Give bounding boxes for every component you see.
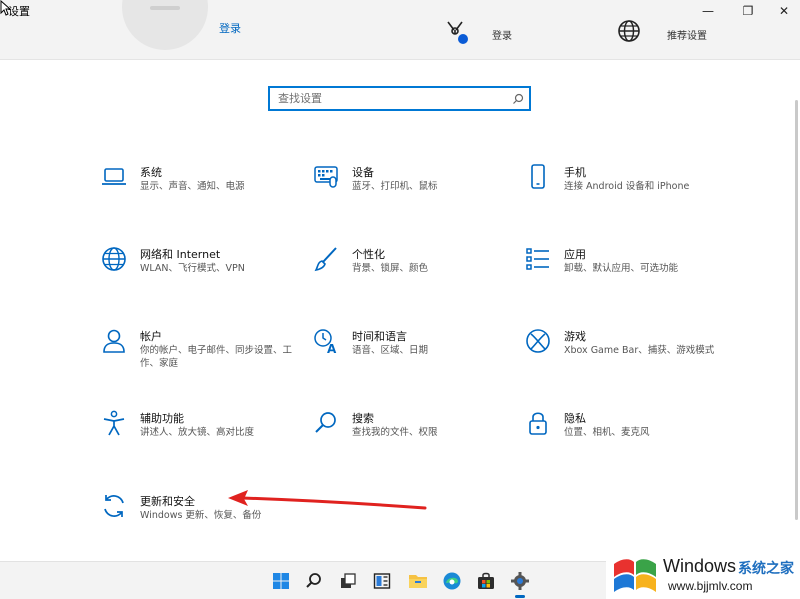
category-desc: 背景、锁屏、颜色 bbox=[352, 263, 429, 274]
category-accounts[interactable]: 帐户 你的帐户、电子邮件、同步设置、工作、家庭 bbox=[99, 326, 319, 386]
close-button[interactable]: ✕ bbox=[766, 0, 800, 22]
minimize-button[interactable]: — bbox=[690, 0, 726, 22]
search-icon bbox=[311, 408, 341, 438]
category-name: 游戏 bbox=[564, 330, 586, 343]
category-name: 个性化 bbox=[352, 248, 385, 261]
search-input[interactable] bbox=[278, 88, 507, 109]
category-gaming[interactable]: 游戏 Xbox Game Bar、捕获、游戏模式 bbox=[523, 326, 743, 386]
edge-icon[interactable] bbox=[439, 568, 465, 594]
sync-icon bbox=[99, 491, 129, 521]
category-desc: 语音、区域、日期 bbox=[352, 345, 429, 356]
category-name: 帐户 bbox=[140, 330, 162, 343]
start-icon[interactable] bbox=[268, 568, 294, 594]
category-accessibility[interactable]: 辅助功能 讲述人、放大镜、高对比度 bbox=[99, 408, 319, 468]
category-name: 搜索 bbox=[352, 412, 374, 425]
category-apps[interactable]: 应用 卸载、默认应用、可选功能 bbox=[523, 244, 743, 304]
category-name: 应用 bbox=[564, 248, 586, 261]
file-explorer-icon[interactable] bbox=[405, 568, 431, 594]
widgets-icon[interactable] bbox=[369, 568, 395, 594]
sign-in-link[interactable]: 登录 bbox=[219, 20, 241, 36]
settings-search-box[interactable] bbox=[268, 86, 531, 111]
category-desc: WLAN、飞行模式、VPN bbox=[140, 263, 245, 274]
category-name: 网络和 Internet bbox=[140, 248, 221, 261]
apps-list-icon bbox=[523, 244, 553, 274]
category-name: 手机 bbox=[564, 166, 586, 179]
laptop-icon bbox=[99, 162, 129, 192]
store-icon[interactable] bbox=[473, 568, 499, 594]
phone-icon bbox=[523, 162, 553, 192]
svg-text:A: A bbox=[327, 342, 337, 355]
watermark: Windows 系统之家 www.bjjmlv.com bbox=[606, 548, 800, 599]
category-name: 系统 bbox=[140, 166, 162, 179]
category-personalization[interactable]: 个性化 背景、锁屏、颜色 bbox=[311, 244, 531, 304]
category-desc: 你的帐户、电子邮件、同步设置、工作、家庭 bbox=[140, 345, 293, 369]
category-privacy[interactable]: 隐私 位置、相机、麦克风 bbox=[523, 408, 743, 468]
category-phone[interactable]: 手机 连接 Android 设备和 iPhone bbox=[523, 162, 743, 222]
category-desc: 显示、声音、通知、电源 bbox=[140, 181, 245, 192]
scrollbar[interactable] bbox=[795, 100, 798, 520]
category-desc: 查找我的文件、权限 bbox=[352, 427, 438, 438]
category-name: 更新和安全 bbox=[140, 495, 195, 508]
watermark-url: www.bjjmlv.com bbox=[668, 579, 753, 593]
globe-icon bbox=[99, 244, 129, 274]
onedrive-label[interactable]: 登录 bbox=[492, 27, 512, 42]
time-language-icon: A bbox=[311, 326, 341, 356]
category-system[interactable]: 系统 显示、声音、通知、电源 bbox=[99, 162, 319, 222]
mouse-cursor-icon bbox=[0, 0, 12, 16]
task-view-icon[interactable] bbox=[335, 568, 361, 594]
category-network[interactable]: 网络和 Internet WLAN、飞行模式、VPN bbox=[99, 244, 319, 304]
search-icon[interactable] bbox=[301, 568, 327, 594]
category-name: 设备 bbox=[352, 166, 374, 179]
category-desc: 蓝牙、打印机、鼠标 bbox=[352, 181, 438, 192]
category-desc: 连接 Android 设备和 iPhone bbox=[564, 181, 690, 192]
search-icon[interactable] bbox=[507, 89, 529, 109]
xbox-icon bbox=[523, 326, 553, 356]
category-name: 隐私 bbox=[564, 412, 586, 425]
category-devices[interactable]: 设备 蓝牙、打印机、鼠标 bbox=[311, 162, 531, 222]
keyboard-icon bbox=[311, 162, 341, 192]
maximize-button[interactable]: ❐ bbox=[730, 0, 766, 22]
recommended-settings-label[interactable]: 推荐设置 bbox=[667, 27, 707, 42]
brush-icon bbox=[311, 244, 341, 274]
category-name: 时间和语言 bbox=[352, 330, 407, 343]
category-desc: 讲述人、放大镜、高对比度 bbox=[140, 427, 255, 438]
lock-icon bbox=[523, 408, 553, 438]
settings-icon[interactable] bbox=[507, 568, 533, 598]
category-name: 辅助功能 bbox=[140, 412, 184, 425]
category-desc: Xbox Game Bar、捕获、游戏模式 bbox=[564, 345, 715, 356]
category-desc: 位置、相机、麦克风 bbox=[564, 427, 650, 438]
category-desc: 卸载、默认应用、可选功能 bbox=[564, 263, 679, 274]
accessibility-icon bbox=[99, 408, 129, 438]
watermark-brand: Windows bbox=[663, 556, 737, 576]
watermark-sub: 系统之家 bbox=[738, 561, 794, 577]
annotation-arrow-icon bbox=[228, 490, 427, 510]
windows-logo-icon bbox=[614, 559, 656, 592]
title-bar: 设置 — ❐ ✕ bbox=[0, 0, 800, 22]
category-time-language[interactable]: A 时间和语言 语音、区域、日期 bbox=[311, 326, 531, 386]
person-icon bbox=[99, 326, 129, 356]
category-search[interactable]: 搜索 查找我的文件、权限 bbox=[311, 408, 531, 468]
